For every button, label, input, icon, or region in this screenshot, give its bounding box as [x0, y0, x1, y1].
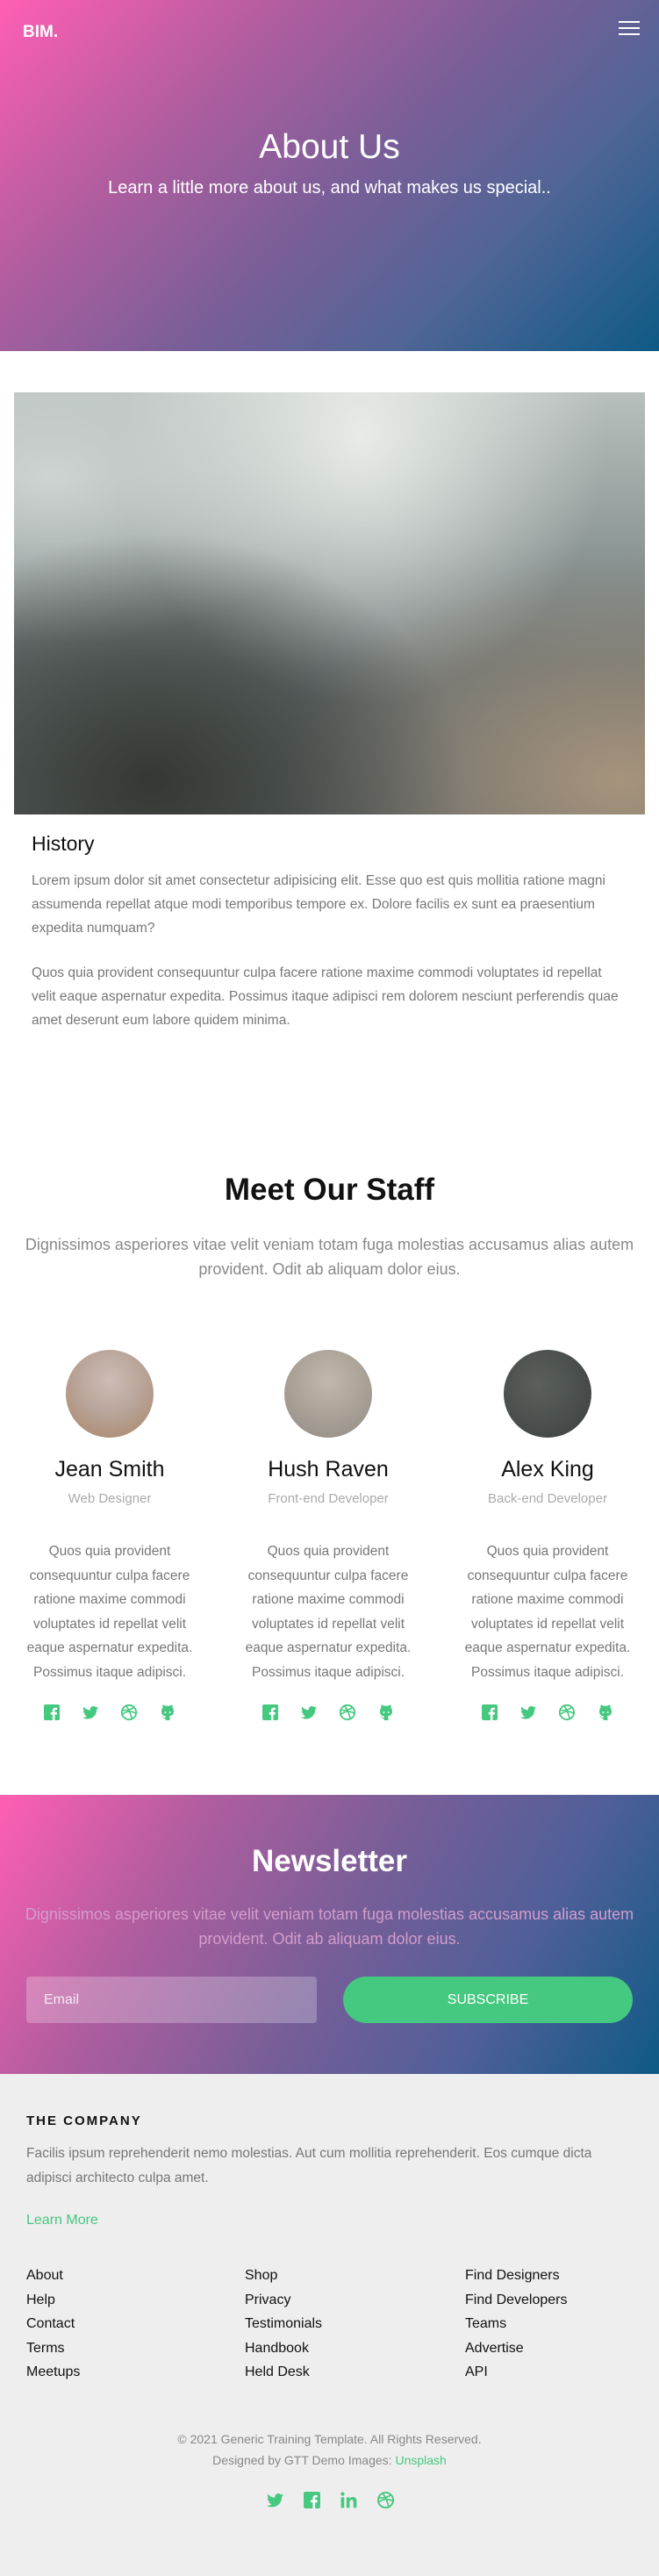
newsletter-section: Newsletter Dignissimos asperiores vitae … [0, 1795, 659, 2074]
facebook-icon[interactable] [303, 2491, 320, 2508]
footer-link-item: Testimonials [245, 2312, 322, 2336]
facebook-icon[interactable] [481, 1704, 498, 1721]
staff-social-icons [9, 1704, 211, 1721]
staff-member-name: Hush Raven [268, 1457, 389, 1482]
twitter-icon[interactable] [300, 1704, 318, 1721]
staff-member-role: Front-end Developer [268, 1491, 389, 1506]
learn-more-link[interactable]: Learn More [26, 2213, 98, 2228]
footer-link-item: Find Developers [465, 2288, 568, 2313]
history-paragraph: Lorem ipsum dolor sit amet consectetur a… [32, 873, 605, 936]
footer-link[interactable]: Meetups [26, 2364, 80, 2379]
footer-heading: THE COMPANY [26, 2113, 142, 2128]
staff-heading: Meet Our Staff [224, 1173, 435, 1207]
footer-social-icons [0, 2491, 659, 2509]
github-icon[interactable] [159, 1704, 176, 1721]
staff-member-role: Web Designer [68, 1491, 152, 1506]
staff-member-bio: Quos quia provident consequuntur culpa f… [464, 1544, 631, 1680]
footer-text: Facilis ipsum reprehenderit nemo molesti… [26, 2146, 592, 2185]
twitter-icon[interactable] [266, 2491, 283, 2508]
brand-logo[interactable]: BIM. [23, 23, 58, 42]
avatar [504, 1350, 591, 1438]
footer-link[interactable]: Teams [465, 2316, 506, 2331]
footer-link[interactable]: Contact [26, 2316, 75, 2331]
footer-link[interactable]: Testimonials [245, 2316, 322, 2331]
staff-intro: Dignissimos asperiores vitae velit venia… [25, 1236, 634, 1278]
footer-link-item: Shop [245, 2264, 322, 2288]
newsletter-title: Newsletter [251, 1844, 408, 1878]
history-heading: History [32, 832, 95, 855]
email-input[interactable] [26, 1977, 317, 2023]
staff-social-icons [227, 1704, 429, 1721]
footer-link-item: API [465, 2360, 568, 2385]
footer-link[interactable]: Privacy [245, 2293, 290, 2307]
copyright-text: © 2021 Generic Training Template. All Ri… [177, 2432, 482, 2446]
unsplash-link[interactable]: Unsplash [395, 2453, 446, 2467]
linkedin-icon[interactable] [340, 2491, 357, 2508]
footer-link-item: Help [26, 2288, 80, 2313]
dribbble-icon[interactable] [339, 1704, 356, 1721]
footer-link-item: Privacy [245, 2288, 322, 2313]
twitter-icon[interactable] [82, 1704, 99, 1721]
footer: THE COMPANY Facilis ipsum reprehenderit … [0, 2074, 659, 2576]
avatar [66, 1350, 154, 1438]
staff-member-card: Hush Raven Front-end Developer Quos quia p… [227, 1350, 429, 1721]
footer-link-item: Find Designers [465, 2264, 568, 2288]
dribbble-icon[interactable] [558, 1704, 576, 1721]
facebook-icon[interactable] [43, 1704, 61, 1721]
footer-links-column: About Help Contact Terms Meetups [26, 2264, 80, 2385]
footer-link-item: Advertise [465, 2336, 568, 2361]
page-title: About Us [259, 128, 400, 166]
footer-link[interactable]: Handbook [245, 2341, 309, 2356]
footer-link-item: Terms [26, 2336, 80, 2361]
github-icon[interactable] [597, 1704, 614, 1721]
footer-links-column: Find Designers Find Developers Teams Advert… [465, 2264, 568, 2385]
dribbble-icon[interactable] [376, 2491, 394, 2509]
footer-link[interactable]: About [26, 2268, 63, 2283]
footer-link-item: Contact [26, 2312, 80, 2336]
history-image [14, 392, 645, 814]
page-subtitle: Learn a little more about us, and what m… [108, 178, 551, 197]
footer-link-item: Handbook [245, 2336, 322, 2361]
footer-link-item: Teams [465, 2312, 568, 2336]
twitter-icon[interactable] [519, 1704, 537, 1721]
history-paragraph: Quos quia provident consequuntur culpa f… [32, 965, 619, 1028]
footer-link[interactable]: Find Developers [465, 2293, 568, 2307]
hamburger-menu-icon[interactable] [619, 21, 640, 36]
avatar [284, 1350, 372, 1438]
footer-link[interactable]: Held Desk [245, 2364, 310, 2379]
footer-link-item: Held Desk [245, 2360, 322, 2385]
staff-member-bio: Quos quia provident consequuntur culpa f… [245, 1544, 412, 1680]
footer-link[interactable]: Terms [26, 2341, 65, 2356]
designed-by-label: Designed by GTT Demo Images: [212, 2453, 392, 2467]
subscribe-button[interactable]: SUBSCRIBE [343, 1977, 633, 2023]
staff-member-card: Jean Smith Web Designer Quos quia providen… [9, 1350, 211, 1721]
footer-link[interactable]: Advertise [465, 2341, 524, 2356]
staff-member-bio: Quos quia provident consequuntur culpa f… [26, 1544, 193, 1680]
footer-link-item: About [26, 2264, 80, 2288]
facebook-icon[interactable] [261, 1704, 279, 1721]
footer-link[interactable]: Help [26, 2293, 55, 2307]
designed-by-text: Designed by GTT Demo Images: Unsplash [0, 2453, 659, 2467]
footer-links-column: Shop Privacy Testimonials Handbook Held Desk [245, 2264, 322, 2385]
newsletter-text: Dignissimos asperiores vitae velit venia… [25, 1905, 634, 1948]
staff-social-icons [447, 1704, 648, 1721]
hero-section: BIM. About Us Learn a little more about … [0, 0, 659, 351]
footer-link[interactable]: Find Designers [465, 2268, 560, 2283]
staff-member-role: Back-end Developer [488, 1491, 607, 1506]
github-icon[interactable] [377, 1704, 395, 1721]
footer-link[interactable]: Shop [245, 2268, 277, 2283]
staff-member-name: Jean Smith [54, 1457, 165, 1482]
staff-member-card: Alex King Back-end Developer Quos quia pro… [447, 1350, 648, 1721]
dribbble-icon[interactable] [120, 1704, 138, 1721]
footer-link-item: Meetups [26, 2360, 80, 2385]
staff-member-name: Alex King [501, 1457, 594, 1482]
footer-link[interactable]: API [465, 2364, 488, 2379]
